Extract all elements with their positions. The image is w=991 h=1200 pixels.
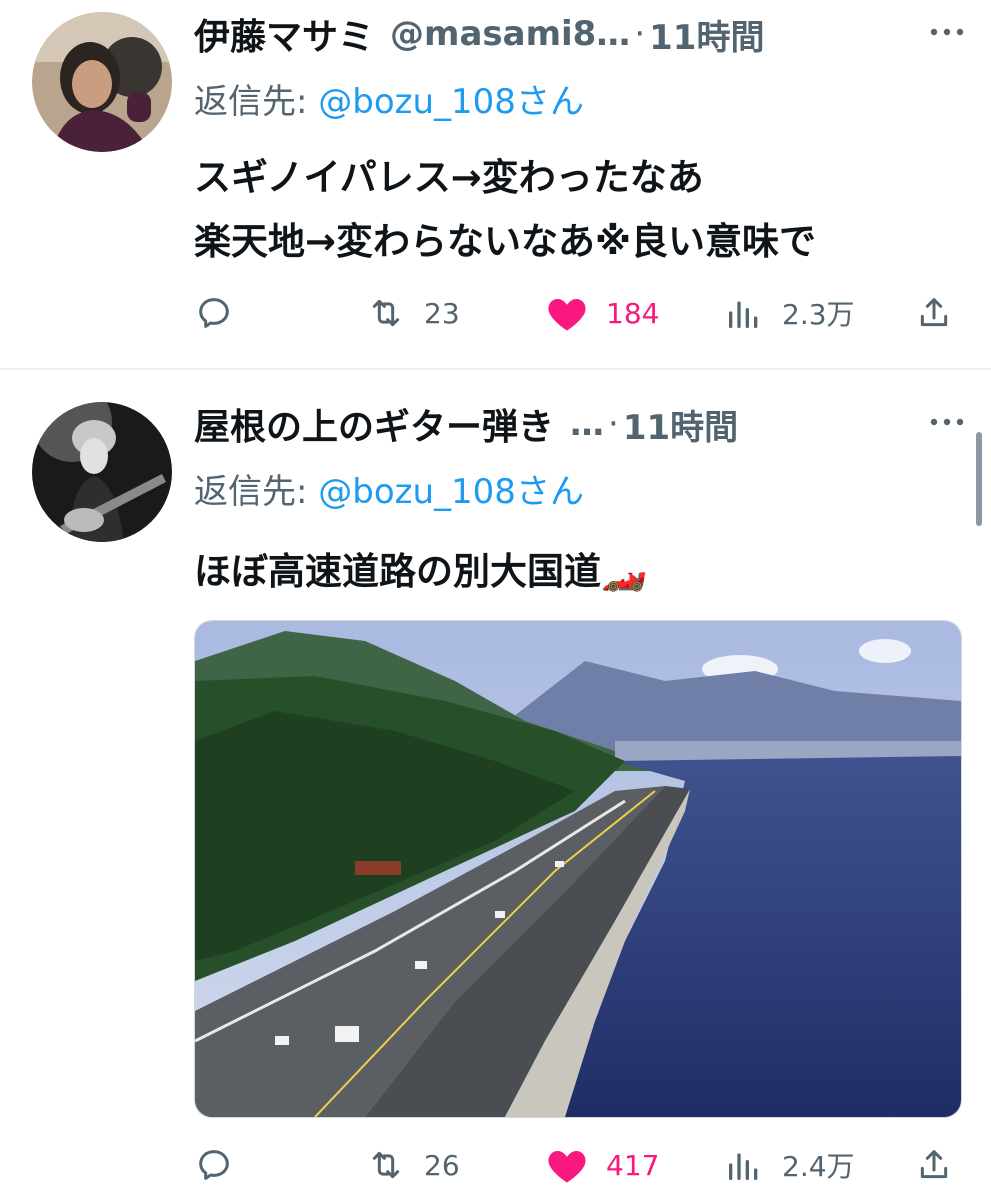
- tweet-header: 屋根の上のギター弾き … · 11時間: [194, 396, 971, 452]
- display-name[interactable]: 屋根の上のギター弾き: [194, 398, 554, 450]
- tweet[interactable]: 伊藤マサミ @masami8… · 11時間 返信先: @bozu_108さん …: [0, 0, 991, 368]
- tweet-text-line: 楽天地→変わらないなあ※良い意味で: [194, 220, 816, 263]
- timestamp[interactable]: 11時間: [623, 400, 738, 449]
- action-bar: 26 417 2.4万: [194, 1140, 964, 1190]
- like-button[interactable]: 184: [546, 288, 659, 338]
- share-button[interactable]: [914, 1140, 954, 1190]
- views-button[interactable]: 2.4万: [724, 1140, 855, 1190]
- like-count: 184: [606, 296, 660, 330]
- timestamp[interactable]: 11時間: [649, 10, 764, 59]
- retweet-button[interactable]: 23: [366, 288, 460, 338]
- avatar[interactable]: [32, 402, 172, 542]
- reply-icon: [199, 1150, 229, 1180]
- reply-context: 返信先: @bozu_108さん: [194, 74, 584, 123]
- tweet-text: ほぼ高速道路の別大国道🏎️: [194, 540, 647, 604]
- tweet-text-line: スギノイパレス→変わったなあ: [194, 156, 704, 199]
- views-button[interactable]: 2.3万: [724, 288, 855, 338]
- reply-mention-link[interactable]: @bozu_108さん: [318, 472, 584, 512]
- separator: ·: [608, 404, 619, 444]
- more-options-icon[interactable]: [927, 404, 967, 440]
- reply-mention-link[interactable]: @bozu_108さん: [318, 82, 584, 122]
- tweet[interactable]: 屋根の上のギター弾き … · 11時間 返信先: @bozu_108さん ほぼ高…: [0, 372, 991, 1200]
- scrollbar-thumb[interactable]: [976, 432, 982, 526]
- retweet-button[interactable]: 26: [366, 1140, 460, 1190]
- retweet-count: 26: [424, 1148, 460, 1182]
- share-icon: [920, 298, 948, 327]
- heart-icon: [548, 298, 586, 331]
- share-icon: [920, 1150, 948, 1179]
- reply-prefix: 返信先:: [194, 82, 319, 122]
- reply-icon: [199, 298, 229, 328]
- user-handle[interactable]: @masami8…: [390, 14, 630, 54]
- retweet-icon: [372, 1151, 400, 1179]
- views-icon: [729, 1153, 758, 1180]
- like-button[interactable]: 417: [546, 1140, 659, 1190]
- retweet-icon: [372, 299, 400, 327]
- reply-prefix: 返信先:: [194, 472, 319, 512]
- avatar[interactable]: [32, 12, 172, 152]
- user-handle[interactable]: …: [570, 404, 604, 444]
- reply-context: 返信先: @bozu_108さん: [194, 464, 584, 513]
- separator: ·: [634, 14, 646, 54]
- more-options-icon[interactable]: [927, 14, 967, 50]
- tweet-header: 伊藤マサミ @masami8… · 11時間: [194, 6, 971, 62]
- tweet-text-line: ほぼ高速道路の別大国道🏎️: [194, 550, 648, 593]
- tweet-photo[interactable]: [194, 620, 962, 1118]
- views-count: 2.4万: [782, 1150, 855, 1183]
- views-count: 2.3万: [782, 298, 855, 331]
- tweet-divider: [0, 368, 991, 370]
- share-button[interactable]: [914, 288, 954, 338]
- heart-icon: [548, 1150, 586, 1183]
- tweet-text: スギノイパレス→変わったなあ 楽天地→変わらないなあ※良い意味で: [194, 146, 816, 274]
- action-bar: 23 184 2.3万: [194, 288, 964, 338]
- views-icon: [729, 301, 758, 328]
- reply-button[interactable]: [194, 288, 252, 338]
- like-count: 417: [606, 1148, 660, 1182]
- display-name[interactable]: 伊藤マサミ: [194, 8, 374, 60]
- reply-button[interactable]: [194, 1140, 252, 1190]
- retweet-count: 23: [424, 296, 460, 330]
